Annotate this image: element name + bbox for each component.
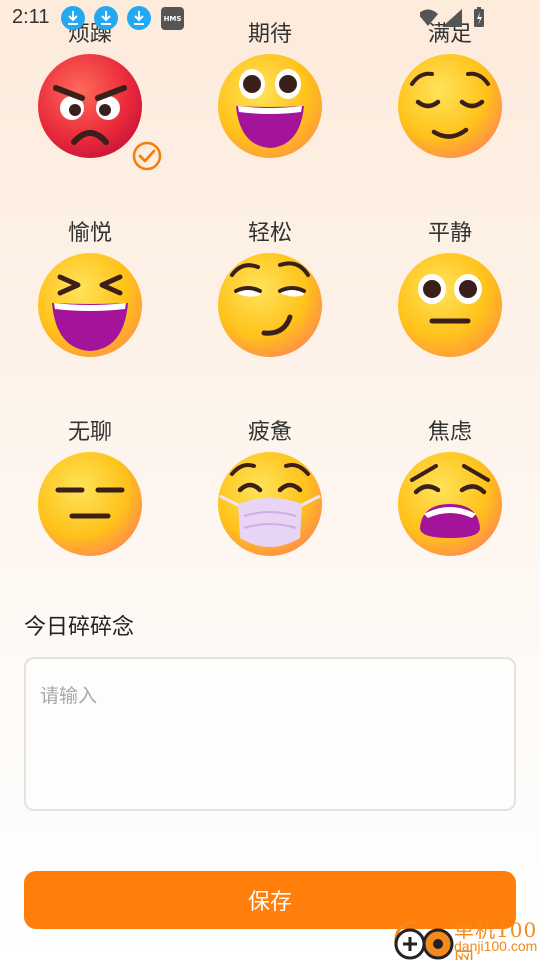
mood-label: 轻松	[247, 221, 292, 246]
status-time: 2:11	[12, 6, 50, 28]
angry-face-icon	[38, 54, 142, 158]
note-input[interactable]	[24, 657, 516, 811]
download-icon	[94, 6, 118, 30]
mood-option-joyful[interactable]: 愉悦	[0, 199, 180, 369]
masked-face-icon	[218, 452, 322, 556]
expressionless-face-icon	[38, 452, 142, 556]
signal-icon	[442, 9, 462, 27]
watermark-url: danji100.com	[454, 938, 538, 954]
mood-option-relaxed[interactable]: 轻松	[180, 199, 360, 369]
mood-label: 愉悦	[67, 221, 112, 246]
mood-option-calm[interactable]: 平静	[360, 199, 540, 369]
mood-option-anxious[interactable]: 焦虑	[360, 398, 540, 568]
laughing-face-icon	[38, 253, 142, 357]
smirking-face-icon	[218, 253, 322, 357]
neutral-face-icon	[398, 253, 502, 357]
mood-label: 焦虑	[427, 420, 472, 445]
note-section-title: 今日碎碎念	[24, 615, 135, 640]
watermark: 单机100网 danji100.com	[392, 912, 540, 960]
watermark-logo-icon	[394, 920, 454, 960]
system-status-icons	[420, 7, 484, 27]
mood-label: 平静	[427, 221, 472, 246]
battery-icon	[474, 7, 484, 27]
grinning-face-icon	[218, 54, 322, 158]
hms-icon: HMS	[161, 7, 184, 30]
mood-option-bored[interactable]: 无聊	[0, 398, 180, 568]
mood-label: 无聊	[67, 420, 112, 445]
selected-check-icon	[132, 141, 162, 171]
mood-label: 疲惫	[247, 420, 292, 445]
download-icon	[61, 6, 85, 30]
download-icon	[127, 6, 151, 30]
weary-face-icon	[398, 452, 502, 556]
relieved-face-icon	[398, 54, 502, 158]
status-bar: 2:11 HMS	[0, 0, 540, 36]
mood-option-tired[interactable]: 疲惫	[180, 398, 360, 568]
wifi-icon	[420, 9, 438, 26]
